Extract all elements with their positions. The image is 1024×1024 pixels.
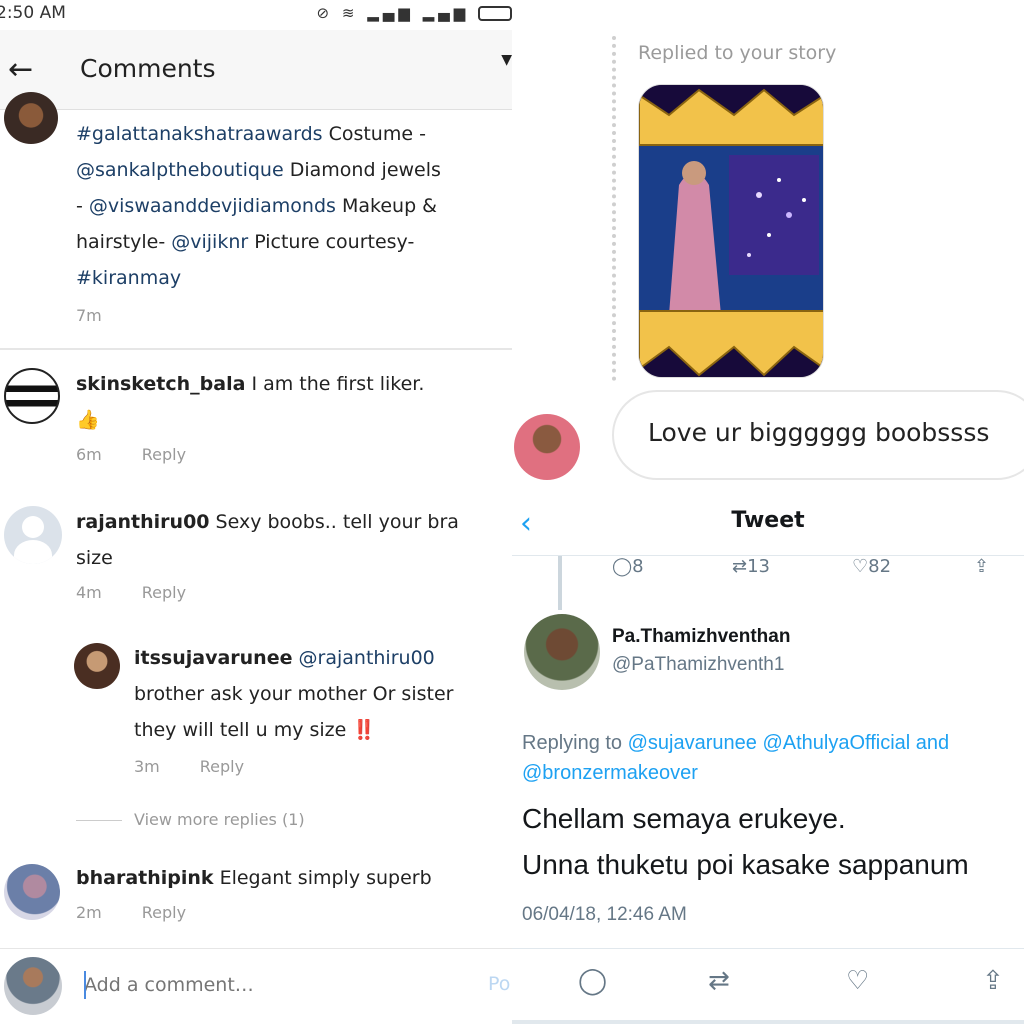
retweet-icon: ⇄ xyxy=(732,556,748,577)
heart-icon: ♡ xyxy=(852,556,869,577)
bottom-border xyxy=(512,1020,1024,1024)
tweet-body: Chellam semaya erukeye. Unna thuketu poi… xyxy=(522,803,969,880)
mention-link[interactable]: @viswaanddevjidiamonds xyxy=(89,195,336,217)
hashtag-link[interactable]: #kiranmay xyxy=(76,267,181,289)
divider xyxy=(512,948,1024,949)
status-icons: ⊘ ≋ ▂▄▆ ▂▄▆ xyxy=(316,4,512,22)
comments-topbar: ← Comments ▼ xyxy=(0,30,512,110)
comment-meta: 2m Reply xyxy=(76,903,187,922)
comment-meta: 4m Reply xyxy=(76,583,187,602)
comment-text: itssujavarunee @rajanthiru00 brother ask… xyxy=(134,647,454,741)
avatar[interactable] xyxy=(524,614,600,690)
reply-count-button[interactable]: ◯8 xyxy=(612,556,644,577)
username-link[interactable]: skinsketch_bala xyxy=(76,373,245,395)
share-icon[interactable]: ⇪ xyxy=(974,556,989,577)
heart-icon[interactable]: ♡ xyxy=(846,966,869,996)
mention-link[interactable]: @sujavarunee @AthulyaOfficial xyxy=(628,732,911,754)
tweet-author-name[interactable]: Pa.Thamizhventhan xyxy=(612,626,790,648)
add-comment-bar: Po xyxy=(0,948,512,1024)
instagram-comments-panel: 2:50 AM ⊘ ≋ ▂▄▆ ▂▄▆ ← Comments ▼ #galatt… xyxy=(0,0,512,1024)
page-title: Comments xyxy=(80,54,216,83)
comment-input[interactable] xyxy=(84,969,464,1001)
reply-button[interactable]: Reply xyxy=(142,903,186,922)
story-reply-message: Love ur bigggggg boobssss xyxy=(648,418,990,447)
reply-icon[interactable]: ◯ xyxy=(578,966,607,996)
like-count-button[interactable]: ♡82 xyxy=(852,556,891,577)
view-more-replies[interactable]: View more replies (1) xyxy=(134,810,305,829)
retweet-icon[interactable]: ⇄ xyxy=(708,966,730,996)
back-arrow-icon[interactable]: ← xyxy=(8,52,33,87)
caption-time: 7m xyxy=(76,306,102,325)
caption-text: #galattanakshatraawards Costume - @sanka… xyxy=(76,123,441,289)
status-bar: 2:50 AM ⊘ ≋ ▂▄▆ ▂▄▆ xyxy=(0,0,512,30)
hashtag-link[interactable]: #galattanakshatraawards xyxy=(76,123,323,145)
avatar[interactable] xyxy=(4,368,60,424)
post-button[interactable]: Po xyxy=(488,973,510,995)
comment-meta: 3m Reply xyxy=(134,757,245,776)
tweet-author-handle[interactable]: @PaThamizhventh1 xyxy=(612,654,784,676)
mention-link[interactable]: @vijiknr xyxy=(171,231,248,253)
reply-thread-line xyxy=(612,36,616,381)
mention-link[interactable]: @sankalptheboutique xyxy=(76,159,284,181)
text-caret xyxy=(84,971,86,999)
mute-icon: ⊘ xyxy=(316,4,334,22)
avatar[interactable] xyxy=(514,414,580,480)
comment-text: rajanthiru00 Sexy boobs.. tell your bra … xyxy=(76,511,459,569)
reply-icon: ◯ xyxy=(612,556,633,577)
signal-icon-2: ▂▄▆ xyxy=(422,4,470,22)
comment-text: skinsketch_bala I am the first liker. 👍 xyxy=(76,366,506,438)
avatar[interactable] xyxy=(4,506,62,564)
username-link[interactable]: bharathipink xyxy=(76,867,214,889)
username-link[interactable]: rajanthiru00 xyxy=(76,511,210,533)
avatar[interactable] xyxy=(4,92,58,144)
replying-to: Replying to @sujavarunee @AthulyaOfficia… xyxy=(522,732,950,784)
dropdown-icon[interactable]: ▼ xyxy=(501,52,512,68)
thumbs-up-icon: 👍 xyxy=(76,409,100,431)
mention-link[interactable]: @rajanthiru00 xyxy=(292,647,435,669)
reply-button[interactable]: Reply xyxy=(142,583,186,602)
reply-button[interactable]: Reply xyxy=(142,445,186,464)
view-more-line xyxy=(76,820,122,821)
comment-text: bharathipink Elegant simply superb xyxy=(76,867,432,889)
story-image xyxy=(639,85,823,377)
avatar[interactable] xyxy=(4,957,62,1015)
reply-button[interactable]: Reply xyxy=(200,757,244,776)
share-icon[interactable]: ⇪ xyxy=(982,966,1004,996)
status-time: 2:50 AM xyxy=(0,3,66,23)
comment-meta: 6m Reply xyxy=(76,445,187,464)
tweet-header: ‹ Tweet xyxy=(512,496,1024,556)
avatar[interactable] xyxy=(74,643,120,689)
story-reply-bubble: Love ur bigggggg boobssss xyxy=(612,390,1024,480)
wifi-icon: ≋ xyxy=(341,4,359,22)
thread-line xyxy=(558,556,562,610)
username-link[interactable]: itssujavarunee xyxy=(134,647,292,669)
mention-link[interactable]: @bronzermakeover xyxy=(522,762,698,784)
signal-icon: ▂▄▆ xyxy=(367,4,414,22)
battery-icon xyxy=(478,6,512,21)
retweet-count-button[interactable]: ⇄13 xyxy=(732,556,770,577)
avatar[interactable] xyxy=(4,864,60,920)
divider xyxy=(0,348,512,350)
replied-label: Replied to your story xyxy=(638,42,837,64)
story-thumbnail[interactable] xyxy=(638,84,824,378)
page-title: Tweet xyxy=(731,508,805,533)
double-exclamation-icon: ‼️ xyxy=(352,719,377,741)
right-panel: Replied to your story Love ur bigggggg b… xyxy=(512,0,1024,1024)
tweet-timestamp: 06/04/18, 12:46 AM xyxy=(522,904,687,925)
